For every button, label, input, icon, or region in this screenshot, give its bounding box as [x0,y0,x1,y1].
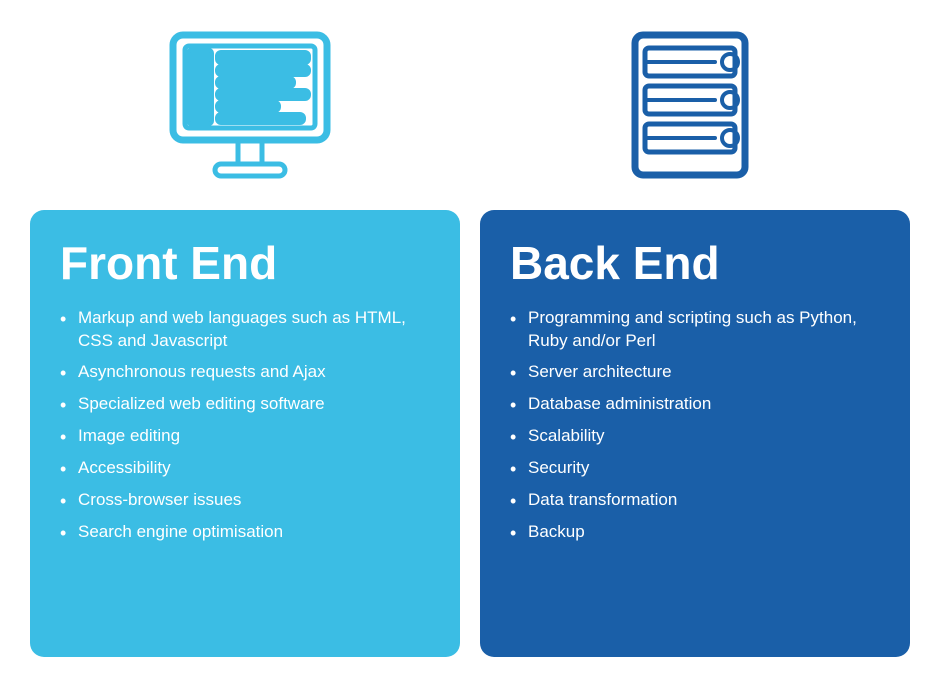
list-item: Accessibility [60,457,430,480]
list-item: Image editing [60,425,430,448]
cards-row: Front End Markup and web languages such … [30,210,910,657]
list-item: Security [510,457,880,480]
list-item: Backup [510,521,880,544]
list-item: Search engine optimisation [60,521,430,544]
list-item: Markup and web languages such as HTML, C… [60,307,430,353]
list-item: Scalability [510,425,880,448]
monitor-icon [30,20,470,190]
top-icons-row [30,20,910,190]
list-item: Cross-browser issues [60,489,430,512]
front-end-list: Markup and web languages such as HTML, C… [60,307,430,545]
server-icon [470,20,910,190]
list-item: Server architecture [510,361,880,384]
list-item: Programming and scripting such as Python… [510,307,880,353]
list-item: Asynchronous requests and Ajax [60,361,430,384]
front-end-card: Front End Markup and web languages such … [30,210,460,657]
back-end-list: Programming and scripting such as Python… [510,307,880,545]
list-item: Data transformation [510,489,880,512]
back-end-title: Back End [510,238,880,289]
list-item: Specialized web editing software [60,393,430,416]
back-end-card: Back End Programming and scripting such … [480,210,910,657]
list-item: Database administration [510,393,880,416]
front-end-title: Front End [60,238,430,289]
